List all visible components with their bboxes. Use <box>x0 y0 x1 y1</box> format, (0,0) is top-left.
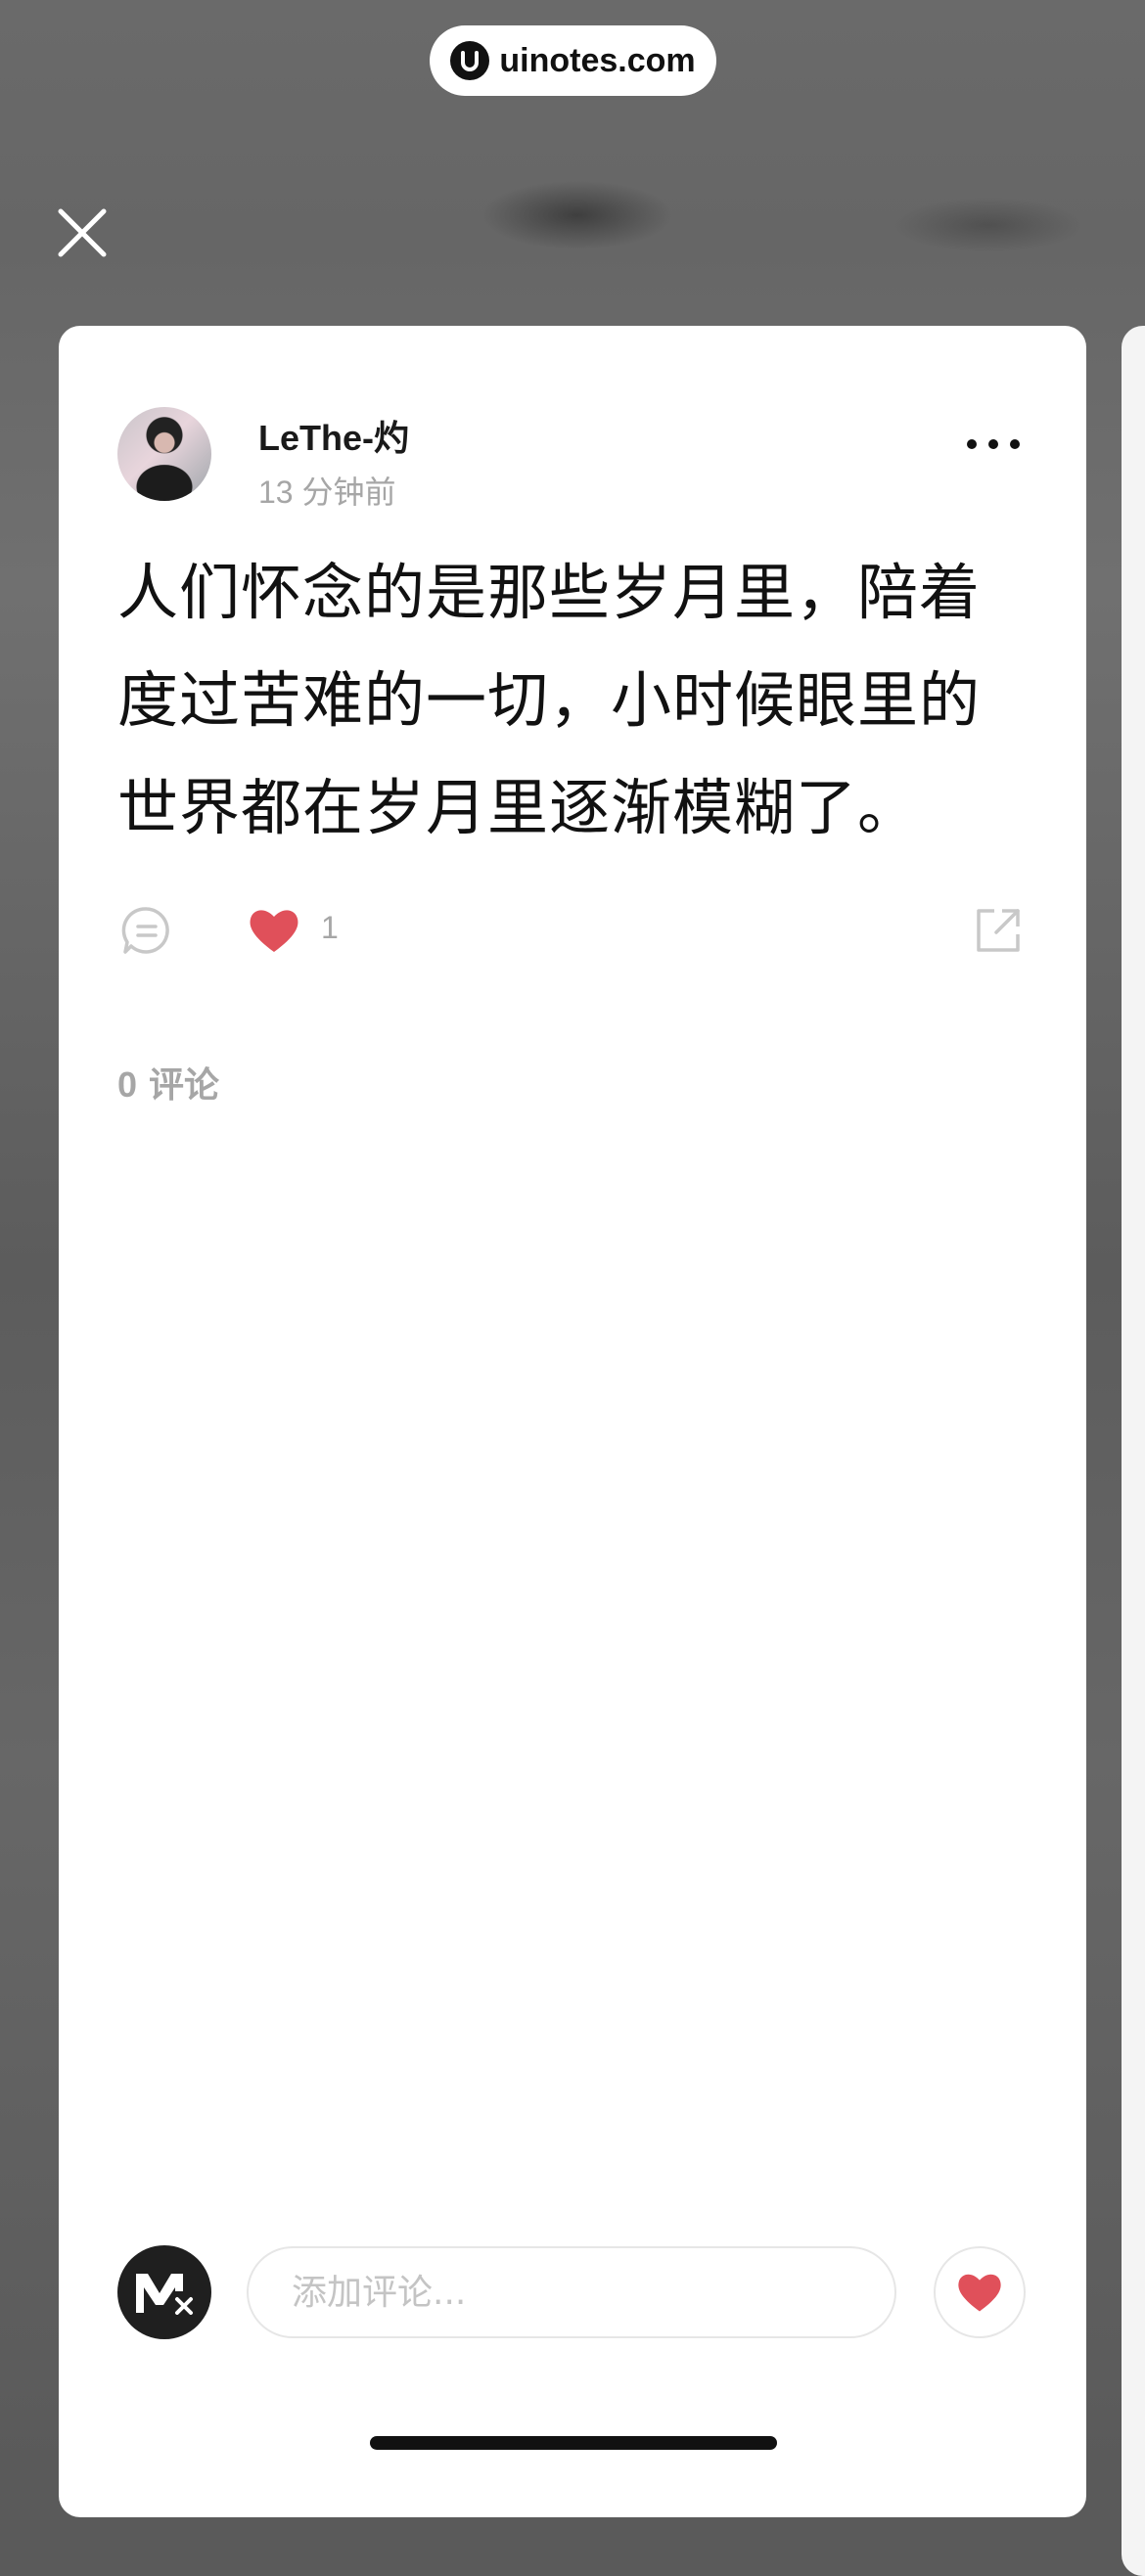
more-horizontal-icon <box>967 439 1020 449</box>
comment-label: 评论 <box>149 1064 220 1105</box>
comment-button[interactable] <box>119 903 174 958</box>
heart-icon <box>958 2274 1001 2312</box>
author-avatar[interactable] <box>117 407 211 501</box>
post-body-line: 人们怀念的是那些岁月里，陪着 <box>117 557 982 628</box>
more-options-button[interactable] <box>959 420 1028 469</box>
uinotes-watermark: uinotes.com <box>430 25 716 96</box>
share-button[interactable] <box>971 903 1026 958</box>
comment-input[interactable] <box>247 2246 896 2338</box>
avatar-m-logo-icon <box>136 2274 193 2315</box>
like-post-button[interactable] <box>934 2246 1026 2338</box>
like-button[interactable] <box>247 903 301 958</box>
post-card: LeThe-灼 13 分钟前 人们怀念的是那些岁月里，陪着 度过苦难的一切，小时… <box>59 326 1086 2517</box>
close-button[interactable] <box>51 202 114 264</box>
close-icon <box>58 208 107 257</box>
post-timestamp: 13 分钟前 <box>258 475 396 510</box>
external-share-icon <box>977 909 1020 952</box>
heart-icon <box>250 910 298 952</box>
like-count: 1 <box>321 910 339 945</box>
comment-bubble-icon <box>121 907 169 954</box>
watermark-text: uinotes.com <box>499 41 696 79</box>
next-card-peek[interactable] <box>1122 326 1145 2576</box>
author-name[interactable]: LeThe-灼 <box>258 410 409 461</box>
post-body-line: 世界都在岁月里逐渐模糊了。 <box>117 772 920 843</box>
post-body: 人们怀念的是那些岁月里，陪着 度过苦难的一切，小时候眼里的 世界都在岁月里逐渐模… <box>117 539 1037 862</box>
current-user-avatar[interactable] <box>117 2245 211 2339</box>
uinotes-logo-icon <box>450 41 490 80</box>
comments-count-header: 0 评论 <box>117 1057 219 1107</box>
post-body-line: 度过苦难的一切，小时候眼里的 <box>117 664 982 736</box>
comment-count: 0 <box>117 1064 138 1105</box>
home-indicator <box>370 2436 777 2450</box>
